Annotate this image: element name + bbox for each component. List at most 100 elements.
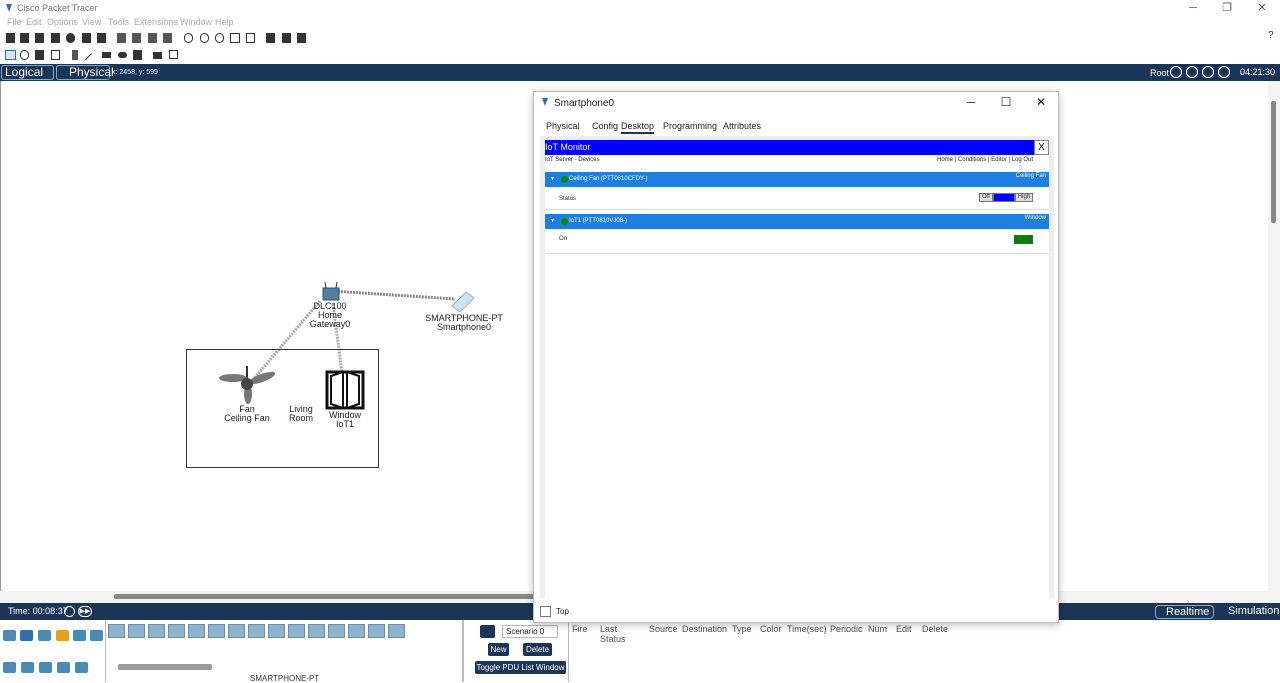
new-scenario-button[interactable]: New: [488, 643, 509, 656]
device-phone-icon[interactable]: [228, 624, 245, 638]
menu-window[interactable]: Window: [180, 17, 212, 27]
device-smartphone-icon[interactable]: [268, 624, 285, 638]
zoom-in-icon[interactable]: [184, 33, 193, 43]
activity-wizard-icon[interactable]: [66, 33, 75, 43]
select-tool-icon[interactable]: [5, 50, 16, 60]
category-pc-icon[interactable]: [3, 662, 16, 673]
network-devices-icon[interactable]: [3, 630, 16, 641]
horizontal-scroll-thumb[interactable]: [114, 594, 544, 599]
vertical-scroll-thumb[interactable]: [1271, 101, 1276, 223]
menu-options[interactable]: Options: [47, 17, 78, 27]
minimize-button[interactable]: ─: [1182, 1, 1204, 16]
network-info-icon[interactable]: [82, 33, 91, 43]
close-button[interactable]: ✕: [1251, 1, 1273, 16]
connections-icon[interactable]: [56, 630, 69, 641]
tab-programming[interactable]: Programming: [663, 121, 717, 131]
device-ipphone-icon[interactable]: [188, 624, 205, 638]
device-wireless-end-icon[interactable]: [348, 624, 365, 638]
device-list-scroll-thumb[interactable]: [118, 664, 212, 670]
category-phone-icon[interactable]: [39, 662, 52, 673]
tab-physical-config[interactable]: Physical: [546, 121, 580, 131]
fast-forward-icon[interactable]: ▶▶: [78, 606, 92, 617]
device-generic-icon[interactable]: [388, 624, 405, 638]
power-cycle-icon[interactable]: [64, 606, 75, 617]
zoom-out-icon[interactable]: [215, 33, 224, 43]
move-object-icon[interactable]: [1202, 66, 1214, 78]
menu-edit[interactable]: Edit: [26, 17, 42, 27]
ellipse-tool-icon[interactable]: [118, 52, 127, 58]
zoom-reset-icon[interactable]: [200, 33, 209, 43]
end-devices-icon[interactable]: [20, 630, 33, 641]
drawing-palette-icon[interactable]: [230, 33, 240, 43]
top-checkbox[interactable]: [540, 606, 551, 617]
device-printer-icon[interactable]: [168, 624, 185, 638]
fan-speed-slider[interactable]: [993, 193, 1015, 202]
multiuser-icon[interactable]: [90, 630, 103, 641]
iot-device-row[interactable]: ▾ Ceiling Fan (PTT0810CFDY-) Ceiling Fan: [545, 172, 1049, 187]
undo-icon[interactable]: [148, 33, 157, 43]
device-tv-icon[interactable]: [288, 624, 305, 638]
category-tv-icon[interactable]: [57, 662, 70, 673]
expand-arrow-icon[interactable]: ▾: [551, 172, 554, 187]
tab-physical[interactable]: Physical: [56, 65, 114, 80]
help-icon[interactable]: ?: [1268, 30, 1274, 41]
camera-icon[interactable]: [297, 33, 306, 43]
realtime-mode-button[interactable]: Realtime: [1155, 605, 1214, 619]
back-icon[interactable]: [1170, 66, 1182, 78]
menu-help[interactable]: Help: [215, 17, 234, 27]
device-laptop-icon[interactable]: [128, 624, 145, 638]
fan-high-button[interactable]: High: [1015, 193, 1033, 202]
delete-tool-icon[interactable]: [35, 50, 44, 60]
iot-monitor-close-button[interactable]: X: [1034, 140, 1049, 155]
copy-icon[interactable]: [117, 33, 126, 43]
dialog-close-button[interactable]: ✕: [1028, 94, 1054, 110]
device-pc-icon[interactable]: [108, 624, 125, 638]
device-sniffer-icon[interactable]: [368, 624, 385, 638]
note-icon[interactable]: [72, 50, 78, 60]
paste-icon[interactable]: [132, 33, 141, 43]
viewport-icon[interactable]: [1218, 66, 1230, 78]
scenario-info-icon[interactable]: [480, 625, 495, 638]
open-folder-icon[interactable]: [20, 33, 29, 43]
category-home-icon[interactable]: [75, 662, 88, 673]
scenario-select[interactable]: Scenario 0: [502, 625, 558, 638]
device-tablet-icon[interactable]: [308, 624, 325, 638]
resize-shape-icon[interactable]: [51, 50, 60, 60]
category-server-icon[interactable]: [21, 662, 34, 673]
delete-scenario-button[interactable]: Delete: [523, 643, 552, 656]
add-complex-pdu-icon[interactable]: [169, 50, 178, 59]
fan-off-button[interactable]: Off: [979, 193, 993, 202]
device-voip-icon[interactable]: [208, 624, 225, 638]
window-device-icon[interactable]: [325, 368, 365, 412]
ceiling-fan-icon[interactable]: [218, 364, 276, 408]
new-file-icon[interactable]: [6, 33, 15, 43]
components-icon[interactable]: [38, 630, 51, 641]
toggle-pdu-list-button[interactable]: Toggle PDU List Window: [475, 661, 566, 674]
tab-config[interactable]: Config: [592, 121, 618, 131]
menu-file[interactable]: File: [7, 17, 22, 27]
pdu-icon[interactable]: [282, 33, 291, 43]
expand-arrow-icon[interactable]: ▾: [551, 214, 554, 229]
maximize-button[interactable]: ❐: [1216, 1, 1238, 16]
freeform-tool-icon[interactable]: [133, 50, 142, 60]
new-cluster-icon[interactable]: [1186, 66, 1198, 78]
menu-view[interactable]: View: [82, 17, 101, 27]
tab-logical[interactable]: Logical: [1, 65, 54, 80]
rectangle-tool-icon[interactable]: [102, 52, 111, 58]
redo-icon[interactable]: [163, 33, 172, 43]
tab-attributes[interactable]: Attributes: [723, 121, 761, 131]
iot-nav-links[interactable]: Home | Conditions | Editor | Log Out: [937, 157, 1033, 163]
dialog-maximize-button[interactable]: ☐: [993, 94, 1019, 110]
smartphone-icon[interactable]: [450, 290, 476, 312]
dialog-minimize-button[interactable]: ─: [958, 94, 984, 110]
device-pda-icon[interactable]: [328, 624, 345, 638]
menu-tools[interactable]: Tools: [108, 17, 129, 27]
misc-icon[interactable]: [73, 630, 86, 641]
simulation-mode-button[interactable]: Simulation: [1216, 605, 1280, 619]
device-server-icon[interactable]: [148, 624, 165, 638]
save-icon[interactable]: [35, 33, 44, 43]
print-icon[interactable]: [51, 33, 60, 43]
iot-device-row[interactable]: ▾ IoT1 (PTT0810VJ08-) Window: [545, 214, 1049, 229]
device-analog-phone-icon[interactable]: [248, 624, 265, 638]
cluster-icon[interactable]: [266, 33, 275, 43]
